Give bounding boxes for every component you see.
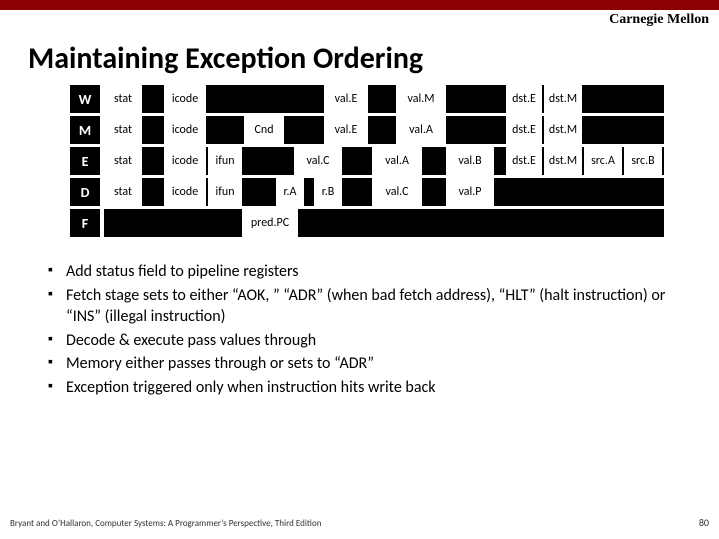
stage-label: F (70, 209, 100, 237)
bullet-item: Exception triggered only when instructio… (48, 377, 689, 399)
field-cell: val.B (446, 147, 494, 175)
stage-label: D (70, 178, 100, 206)
bullet-list: Add status field to pipeline registers F… (48, 261, 689, 399)
field-cell: dst.M (544, 147, 582, 175)
field-cell: dst.M (544, 116, 582, 144)
field-cell: val.E (324, 116, 368, 144)
field-cell: src.B (624, 147, 662, 175)
stage-label: M (70, 116, 100, 144)
brand-bar (0, 0, 719, 10)
field-cell: r.A (276, 178, 304, 206)
bullet-item: Add status field to pipeline registers (48, 261, 689, 283)
row-W: W stat icode val.E val.M dst.Edst.M (70, 85, 719, 113)
field-cell: val.M (396, 85, 446, 113)
field-cell: dst.E (506, 85, 542, 113)
field-cell: icode (164, 116, 206, 144)
field-cell: ifun (208, 147, 242, 175)
field-cell: val.A (372, 147, 422, 175)
field-cell: icode (164, 147, 206, 175)
field-cell: stat (104, 85, 142, 113)
field-cell: stat (104, 116, 142, 144)
field-cell: stat (104, 178, 142, 206)
stage-label: W (70, 85, 100, 113)
row-E: E stat icodeifun val.C val.A val.B dst.Edst.M… (70, 147, 719, 175)
bullet-item: Decode & execute pass values through (48, 330, 689, 352)
field-cell: src.A (584, 147, 622, 175)
field-cell: dst.E (506, 116, 542, 144)
university-name: Carnegie Mellon (609, 12, 709, 28)
field-cell: val.C (372, 178, 422, 206)
field-cell: val.A (396, 116, 446, 144)
field-cell: val.C (294, 147, 342, 175)
slide-title: Maintaining Exception Ordering (28, 40, 719, 77)
field-cell: val.E (324, 85, 368, 113)
bullet-item: Memory either passes through or sets to … (48, 353, 689, 375)
row-F: F pred.PC (70, 209, 719, 237)
field-cell: val.P (446, 178, 494, 206)
bullet-item: Fetch stage sets to either “AOK, ” “ADR”… (48, 285, 689, 328)
field-cell: stat (104, 147, 142, 175)
footer-text: Bryant and O’Hallaron, Computer Systems:… (10, 518, 321, 529)
field-cell: dst.M (544, 85, 582, 113)
row-D: D stat icodeifun r.A r.B val.C val.P (70, 178, 719, 206)
row-M: M stat icode Cnd val.E val.A dst.Edst.M (70, 116, 719, 144)
stage-label: E (70, 147, 100, 175)
field-cell: r.B (314, 178, 342, 206)
field-cell: ifun (208, 178, 242, 206)
field-cell: Cnd (244, 116, 284, 144)
page-number: 80 (699, 516, 709, 529)
pipeline-table: W staticodeval.Eval.Mdst.Edst.M M static… (70, 85, 719, 237)
field-cell: dst.E (506, 147, 542, 175)
field-cell: icode (164, 85, 206, 113)
field-cell: icode (164, 178, 206, 206)
field-cell: pred.PC (242, 209, 298, 237)
